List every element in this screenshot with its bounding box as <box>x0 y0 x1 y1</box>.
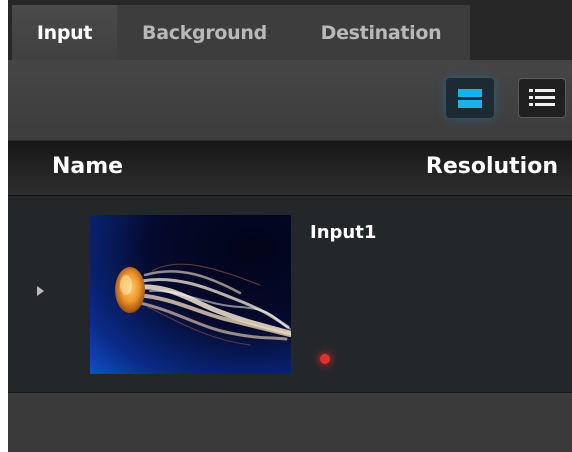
column-header: Name Resolution <box>8 141 572 196</box>
expand-arrow-icon[interactable] <box>37 286 44 296</box>
tab-background[interactable]: Background <box>117 5 292 60</box>
view-toolbar <box>8 60 572 141</box>
input-name: Input1 <box>310 222 377 243</box>
status-indicator <box>320 354 330 364</box>
list-view-button[interactable] <box>518 78 566 118</box>
input-panel: Input Background Destination Name Resolu… <box>8 0 572 452</box>
column-name[interactable]: Name <box>52 154 123 179</box>
column-resolution[interactable]: Resolution <box>426 154 558 179</box>
tab-bar: Input Background Destination <box>8 0 572 60</box>
grid-view-button[interactable] <box>446 78 494 118</box>
tab-destination[interactable]: Destination <box>292 5 470 60</box>
input-row[interactable]: Input1 <box>8 196 572 393</box>
input-thumbnail[interactable] <box>90 215 291 374</box>
jellyfish-image <box>115 263 291 346</box>
tab-input[interactable]: Input <box>12 5 117 60</box>
